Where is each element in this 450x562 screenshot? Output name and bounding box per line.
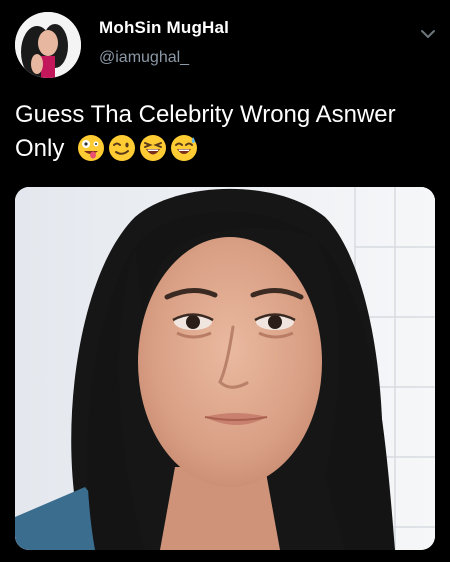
author-info: MohSin MugHal @iamughal_ xyxy=(99,18,229,67)
zany-face-emoji xyxy=(78,134,105,161)
avatar[interactable] xyxy=(15,12,81,78)
tweet-body: Guess Tha Celebrity Wrong Asnwer Only xyxy=(15,101,396,162)
winking-face-emoji xyxy=(109,134,136,161)
sweat-smile-emoji xyxy=(171,134,198,161)
chevron-down-icon[interactable] xyxy=(420,27,436,39)
photo-portrait xyxy=(15,187,435,550)
handle[interactable]: @iamughal_ xyxy=(99,49,229,67)
display-name[interactable]: MohSin MugHal xyxy=(99,18,229,38)
emoji-group xyxy=(77,134,198,162)
tweet-photo[interactable] xyxy=(15,187,435,550)
tweet-card: MohSin MugHal @iamughal_ Guess Tha Celeb… xyxy=(0,0,450,562)
tweet-text: Guess Tha Celebrity Wrong Asnwer Only xyxy=(15,98,435,166)
laughing-face-emoji xyxy=(140,134,167,161)
avatar-image xyxy=(15,12,81,78)
